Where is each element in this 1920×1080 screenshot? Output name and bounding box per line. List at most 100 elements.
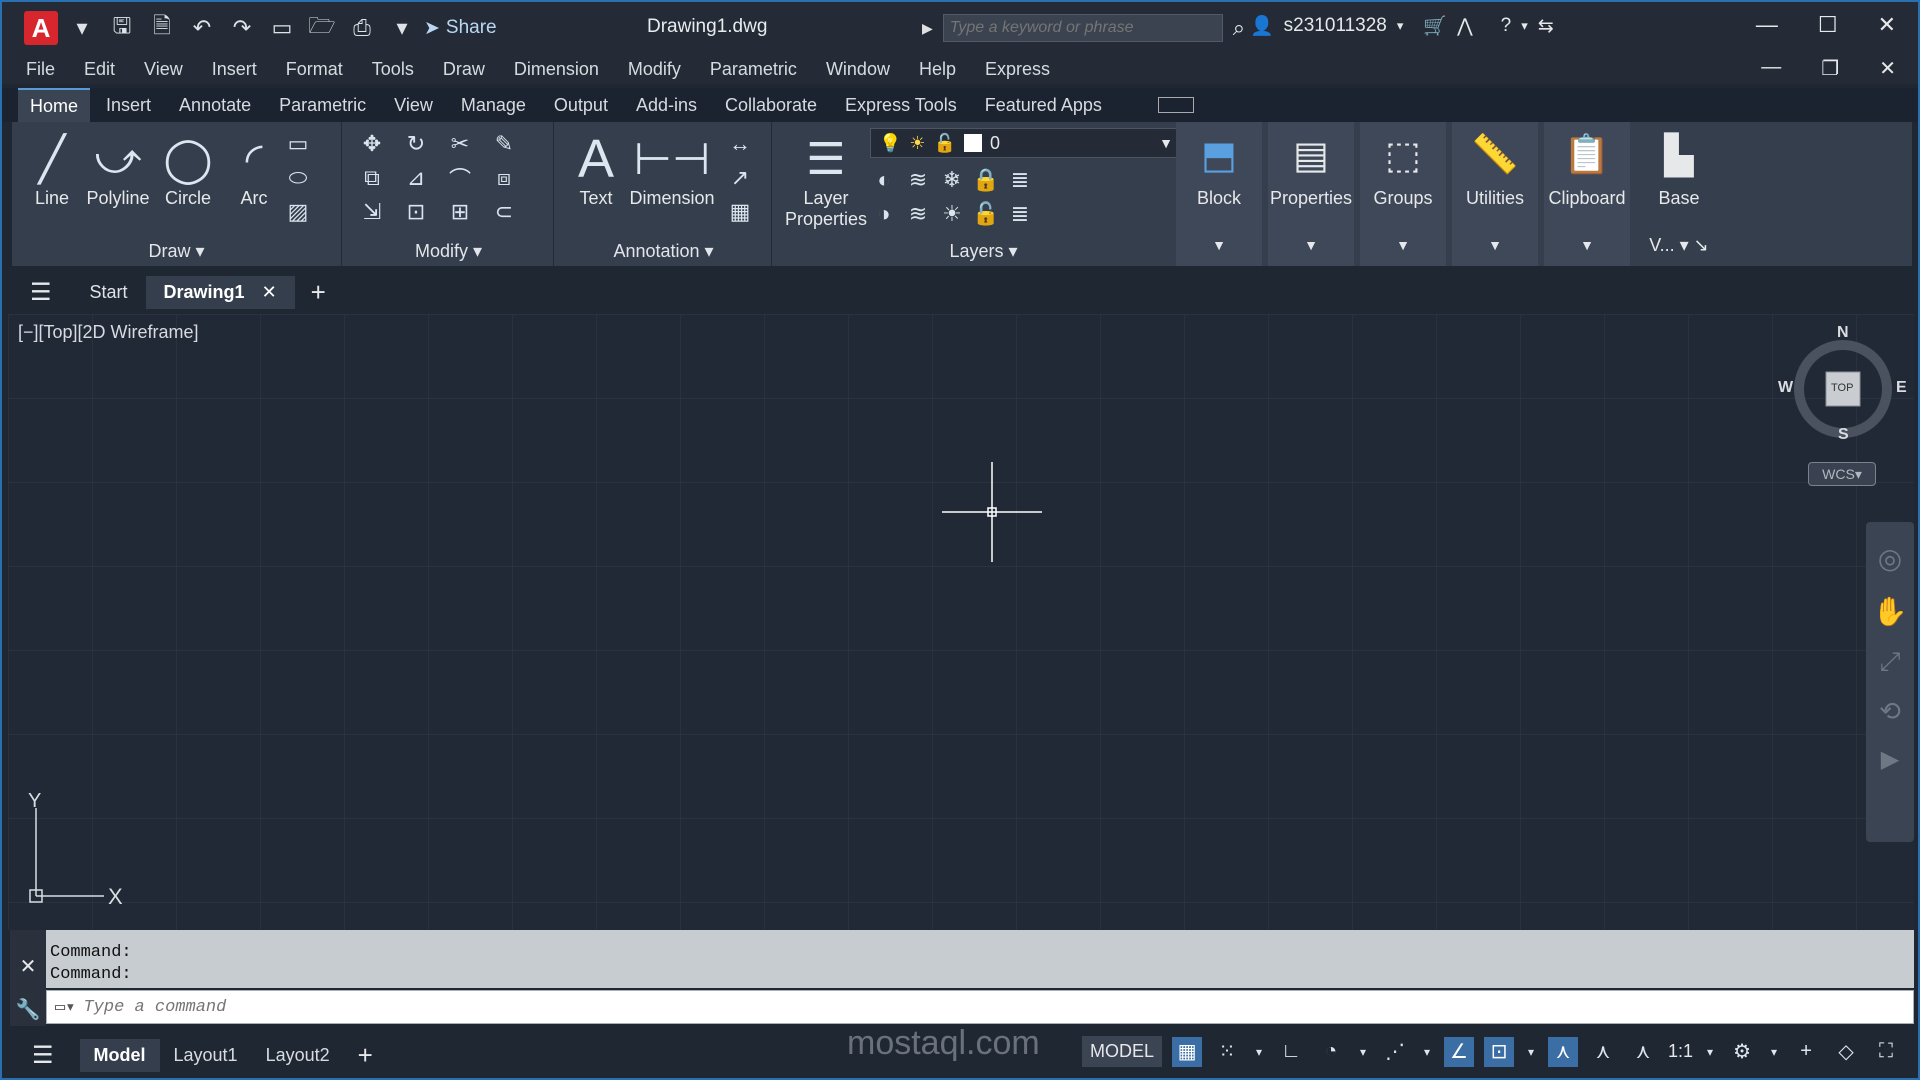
draw-panel-title[interactable]: Draw ▾	[12, 241, 341, 262]
pan-icon[interactable]: ✋	[1866, 595, 1914, 628]
isolate-objects-icon[interactable]: ◇	[1831, 1037, 1861, 1067]
auto-scale-icon[interactable]: ⋏	[1588, 1037, 1618, 1067]
command-prompt-icon[interactable]: ▭▾	[55, 997, 75, 1018]
share-button[interactable]: ➤ Share	[424, 17, 497, 40]
compass-e[interactable]: E	[1896, 379, 1907, 397]
grid-icon[interactable]: ▦	[1172, 1036, 1203, 1067]
tab-view[interactable]: View	[382, 89, 445, 122]
scale-value[interactable]: 1:1	[1668, 1041, 1693, 1062]
hatch-icon[interactable]: ▨	[284, 198, 312, 226]
app-menu-button[interactable]: A	[24, 11, 58, 45]
command-input[interactable]	[83, 997, 684, 1017]
annotation-visibility-icon[interactable]: ⋏	[1548, 1036, 1579, 1067]
polar-icon[interactable]: ◔	[1316, 1037, 1346, 1067]
base-panel[interactable]: ▙ Base V... ▾ ↘	[1636, 122, 1722, 266]
menu-view[interactable]: View	[144, 59, 183, 80]
layer-thaw-icon[interactable]: ☀	[938, 200, 966, 228]
new-file-icon[interactable]: ▭	[268, 14, 296, 42]
fullscreen-icon[interactable]: ⛶	[1871, 1037, 1901, 1067]
menu-file[interactable]: File	[26, 59, 55, 80]
help-icon[interactable]: ?	[1501, 15, 1512, 37]
customization-menu-icon[interactable]: ☰	[1911, 1037, 1918, 1067]
snap-icon[interactable]: ⁙	[1212, 1037, 1242, 1067]
clipboard-panel[interactable]: 📋 Clipboard ▼	[1544, 122, 1630, 266]
doc-restore-icon[interactable]: ❐	[1821, 56, 1839, 81]
close-icon[interactable]: ✕	[1878, 12, 1896, 38]
layer-dropdown[interactable]: 💡 ☀ 🔓 0 ▼	[870, 128, 1182, 158]
annotation-monitor-icon[interactable]: +	[1791, 1037, 1821, 1067]
viewcube-face[interactable]: TOP	[1831, 382, 1853, 394]
compass-n[interactable]: N	[1837, 324, 1849, 342]
redo-icon[interactable]: ↷	[228, 14, 256, 42]
workspace-gear-icon[interactable]: ⚙	[1727, 1037, 1757, 1067]
ortho-icon[interactable]: ∟	[1276, 1037, 1306, 1067]
help-dropdown-icon[interactable]: ▾	[1521, 18, 1528, 34]
layer-unlock-icon[interactable]: 🔓	[972, 200, 1000, 228]
menu-insert[interactable]: Insert	[212, 59, 257, 80]
fillet-icon[interactable]: ⌒	[446, 164, 474, 192]
snap-dropdown-icon[interactable]: ▾	[1252, 1037, 1266, 1067]
object-snap-dropdown-icon[interactable]: ▾	[1524, 1037, 1538, 1067]
autodesk-a360-icon[interactable]: ⋀	[1457, 15, 1473, 38]
tab-featured-apps[interactable]: Featured Apps	[973, 89, 1114, 122]
layer-properties-tool[interactable]: ☰ Layer Properties	[780, 130, 872, 230]
maximize-icon[interactable]: ☐	[1818, 12, 1838, 38]
copy-icon[interactable]: ⧉	[358, 164, 386, 192]
explode-icon[interactable]: ⧈	[490, 164, 518, 192]
view-panel-label[interactable]: V... ▾ ↘	[1636, 235, 1722, 256]
model-space-button[interactable]: MODEL	[1082, 1036, 1163, 1067]
layer-on-icon[interactable]: ◑	[870, 200, 898, 228]
wcs-menu[interactable]: WCS ▾	[1808, 462, 1876, 486]
command-close-icon[interactable]: ✕	[10, 954, 46, 979]
showmotion-icon[interactable]: ▶	[1866, 745, 1914, 774]
layout-menu-icon[interactable]: ☰	[32, 1041, 54, 1070]
layer-match-icon[interactable]: ≣	[1006, 166, 1034, 194]
layer-off-icon[interactable]: ◐	[870, 166, 898, 194]
new-tab-icon[interactable]: +	[311, 277, 326, 308]
tab-insert[interactable]: Insert	[94, 89, 163, 122]
menu-modify[interactable]: Modify	[628, 59, 681, 80]
menu-format[interactable]: Format	[286, 59, 343, 80]
isodraft-dropdown-icon[interactable]: ▾	[1420, 1037, 1434, 1067]
dropdown-arrow-icon[interactable]: ▾	[68, 14, 96, 42]
rectangle-icon[interactable]: ▭	[284, 130, 312, 158]
rotate-icon[interactable]: ↻	[402, 130, 430, 158]
undo-icon[interactable]: ↶	[188, 14, 216, 42]
customize-toolbar-icon[interactable]: ▾	[388, 14, 416, 42]
scale-icon[interactable]: ⊡	[402, 198, 430, 226]
drawing-canvas[interactable]: [−][Top][2D Wireframe] N S W E TOP WCS ▾…	[8, 314, 1914, 930]
open-folder-icon[interactable]: 🗁	[308, 13, 336, 42]
ellipse-icon[interactable]: ⬭	[284, 164, 312, 192]
tab-annotate[interactable]: Annotate	[167, 89, 263, 122]
polyline-tool[interactable]: ⤻ Polyline	[78, 130, 158, 209]
groups-panel[interactable]: ⬚ Groups ▼	[1360, 122, 1446, 266]
tab-model[interactable]: Model	[79, 1038, 160, 1072]
stretch-icon[interactable]: ⇲	[358, 198, 386, 226]
workspace-dropdown-icon[interactable]: ▾	[1767, 1037, 1781, 1067]
utilities-panel[interactable]: 📏 Utilities ▼	[1452, 122, 1538, 266]
cart-icon[interactable]: 🛒	[1423, 14, 1447, 38]
tab-parametric[interactable]: Parametric	[267, 89, 378, 122]
menu-draw[interactable]: Draw	[443, 59, 485, 80]
search-input[interactable]	[942, 14, 1223, 42]
layer-walk-icon[interactable]: ≣	[1006, 200, 1034, 228]
steering-wheel-icon[interactable]: ◎	[1866, 542, 1914, 575]
arc-tool[interactable]: ◜ Arc	[214, 130, 294, 209]
block-panel[interactable]: ⬒ Block ▼	[1176, 122, 1262, 266]
tab-drawing1[interactable]: Drawing1 ✕	[145, 275, 295, 309]
zoom-extents-icon[interactable]: ⤢	[1866, 646, 1914, 678]
orbit-icon[interactable]: ⟲	[1866, 696, 1914, 727]
array-icon[interactable]: ⊞	[446, 198, 474, 226]
erase-icon[interactable]: ✎	[490, 130, 518, 158]
add-layout-icon[interactable]: +	[358, 1040, 373, 1071]
compass-w[interactable]: W	[1778, 379, 1793, 397]
close-tab-icon[interactable]: ✕	[262, 282, 277, 302]
file-tabs-menu-icon[interactable]: ☰	[30, 278, 52, 307]
doc-minimize-icon[interactable]: —	[1761, 56, 1781, 81]
compass-s[interactable]: S	[1838, 426, 1849, 444]
command-line[interactable]: ▭▾	[46, 990, 1914, 1024]
offset-icon[interactable]: ⊂	[490, 198, 518, 226]
tab-layout2[interactable]: Layout2	[252, 1039, 344, 1072]
menu-express[interactable]: Express	[985, 59, 1050, 80]
tab-collaborate[interactable]: Collaborate	[713, 89, 829, 122]
